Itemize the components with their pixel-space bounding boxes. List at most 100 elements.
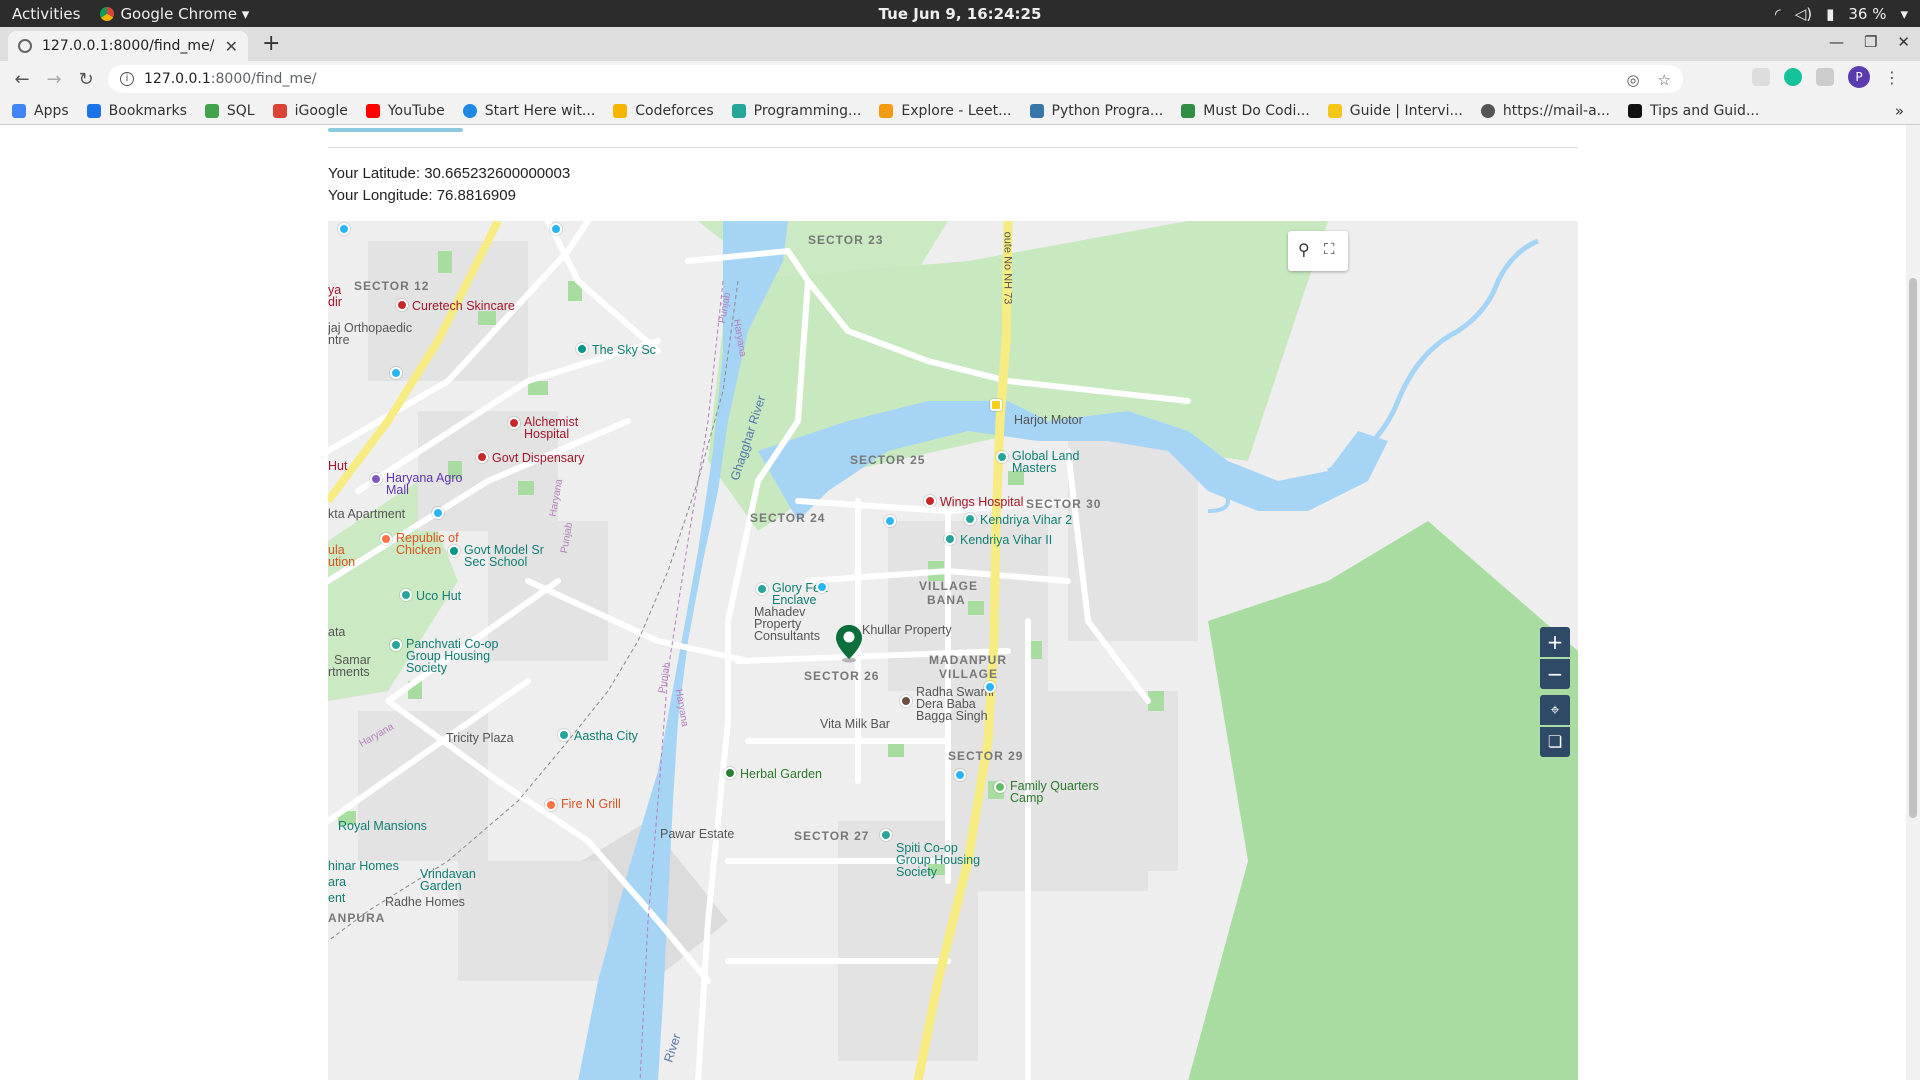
school-icon[interactable]: [448, 545, 460, 557]
map-place-label[interactable]: kta Apartment: [328, 507, 405, 521]
header-button-remnant[interactable]: [328, 128, 463, 132]
map-place-label[interactable]: ntre: [328, 333, 350, 347]
map-place-label[interactable]: The Sky Sc: [592, 343, 656, 357]
bookmark-python[interactable]: Python Progra...: [1029, 103, 1163, 119]
more-bookmarks-icon[interactable]: »: [1895, 102, 1904, 120]
restaurant-icon[interactable]: [545, 799, 557, 811]
building-icon[interactable]: [964, 513, 976, 525]
map-place-label[interactable]: Royal Mansions: [338, 819, 427, 833]
wifi-icon[interactable]: ◜: [1775, 5, 1781, 23]
tab-find-me[interactable]: 127.0.0.1:8000/find_me/ ✕: [8, 31, 248, 61]
hospital-icon[interactable]: [924, 495, 936, 507]
profile-avatar[interactable]: P: [1848, 66, 1870, 88]
bookmark-must-do[interactable]: Must Do Codi...: [1181, 103, 1310, 119]
map[interactable]: SECTOR 23 SECTOR 12 SECTOR 25 SECTOR 24 …: [328, 221, 1578, 1080]
zoom-out-button[interactable]: −: [1540, 659, 1570, 689]
bookmark-codeforces[interactable]: Codeforces: [613, 103, 714, 119]
minimize-window-icon[interactable]: —: [1829, 33, 1844, 51]
map-place-label[interactable]: Kendriya Vihar 2: [980, 513, 1072, 527]
map-place-label[interactable]: Pawar Estate: [660, 827, 734, 841]
map-place-label[interactable]: Sec School: [464, 555, 527, 569]
map-place-label[interactable]: Bagga Singh: [916, 709, 988, 723]
bookmark-mail[interactable]: https://mail-a...: [1480, 103, 1610, 119]
map-place-label[interactable]: Herbal Garden: [740, 767, 822, 781]
forward-button[interactable]: →: [38, 69, 70, 90]
bookmark-leetcode[interactable]: Explore - Leet...: [879, 103, 1012, 119]
restore-window-icon[interactable]: ❐: [1864, 33, 1877, 51]
map-place-label[interactable]: Kendriya Vihar II: [960, 533, 1052, 547]
reload-button[interactable]: ↻: [70, 69, 102, 90]
bus-stop-icon[interactable]: [816, 581, 828, 593]
locate-me-button[interactable]: ⌖: [1540, 695, 1570, 725]
map-place-label[interactable]: Khullar Property: [862, 623, 952, 637]
chrome-menu-icon[interactable]: ⋮: [1884, 68, 1900, 87]
building-icon[interactable]: [944, 533, 956, 545]
worship-icon[interactable]: [900, 695, 912, 707]
building-icon[interactable]: [390, 639, 402, 651]
map-place-label[interactable]: Masters: [1012, 461, 1056, 475]
map-place-label[interactable]: Mall: [386, 483, 409, 497]
map-place-label[interactable]: Society: [406, 661, 447, 675]
current-location-marker-icon[interactable]: [834, 623, 864, 663]
bookmark-youtube[interactable]: YouTube: [365, 103, 445, 119]
restaurant-icon[interactable]: [380, 533, 392, 545]
zoom-in-button[interactable]: +: [1540, 627, 1570, 657]
building-icon[interactable]: [558, 729, 570, 741]
school-icon[interactable]: [576, 343, 588, 355]
map-place-label[interactable]: Garden: [420, 879, 462, 893]
map-place-label[interactable]: Tricity Plaza: [446, 731, 514, 745]
map-place-label[interactable]: Wings Hospital: [940, 495, 1023, 509]
bookmark-programming[interactable]: Programming...: [731, 103, 861, 119]
building-icon[interactable]: [996, 451, 1008, 463]
location-icon[interactable]: ◎: [1626, 71, 1639, 89]
building-icon[interactable]: [756, 583, 768, 595]
map-place-label[interactable]: Hospital: [524, 427, 569, 441]
eyedropper-extension-icon[interactable]: [1752, 68, 1770, 86]
fullscreen-icon[interactable]: ⛶: [1324, 240, 1335, 258]
close-tab-icon[interactable]: ✕: [225, 37, 238, 56]
bookmark-guide[interactable]: Guide | Intervi...: [1327, 103, 1463, 119]
map-place-label[interactable]: Radhe Homes: [385, 895, 465, 909]
bookmark-start-here[interactable]: Start Here wit...: [462, 103, 595, 119]
volume-icon[interactable]: ◁): [1795, 5, 1812, 23]
bus-stop-icon[interactable]: [954, 769, 966, 781]
bookmark-apps[interactable]: Apps: [12, 103, 69, 119]
map-place-label[interactable]: Chicken: [396, 543, 441, 557]
battery-level[interactable]: 36 %: [1848, 5, 1886, 23]
map-place-label[interactable]: Uco Hut: [416, 589, 461, 603]
activities-button[interactable]: Activities: [12, 5, 80, 23]
back-button[interactable]: ←: [6, 69, 38, 90]
shopping-icon[interactable]: [370, 473, 382, 485]
bookmark-igoogle[interactable]: iGoogle: [272, 103, 348, 119]
building-icon[interactable]: [400, 589, 412, 601]
bus-stop-icon[interactable]: [432, 507, 444, 519]
park-icon[interactable]: [994, 781, 1006, 793]
map-place-label[interactable]: Harjot Motor: [1014, 413, 1083, 427]
map-place-label[interactable]: hinar Homes: [328, 859, 399, 873]
bookmark-sql[interactable]: SQL: [204, 103, 255, 119]
bus-stop-icon[interactable]: [550, 223, 562, 235]
map-place-label[interactable]: Camp: [1010, 791, 1043, 805]
battery-icon[interactable]: ▮: [1826, 5, 1834, 23]
bus-stop-icon[interactable]: [338, 223, 350, 235]
grammarly-extension-icon[interactable]: [1784, 68, 1802, 86]
map-place-label[interactable]: Fire N Grill: [561, 797, 621, 811]
bus-stop-icon[interactable]: [884, 515, 896, 527]
app-menu[interactable]: Google Chrome ▾: [100, 5, 249, 23]
map-layers-button[interactable]: ❏: [1540, 727, 1570, 757]
search-icon[interactable]: ⚲: [1298, 240, 1310, 259]
hospital-icon[interactable]: [396, 299, 408, 311]
bookmark-bookmarks[interactable]: Bookmarks: [86, 103, 187, 119]
bookmark-star-icon[interactable]: ☆: [1658, 71, 1671, 89]
bookmark-tips[interactable]: Tips and Guid...: [1628, 103, 1759, 119]
map-place-label[interactable]: Aastha City: [574, 729, 638, 743]
map-place-label[interactable]: Vita Milk Bar: [820, 717, 890, 731]
clock[interactable]: Tue Jun 9, 16:24:25: [0, 5, 1920, 23]
system-menu-chevron-icon[interactable]: ▾: [1900, 5, 1908, 23]
map-place-label[interactable]: Curetech Skincare: [412, 299, 515, 313]
map-place-label[interactable]: Society: [896, 865, 937, 879]
map-place-label[interactable]: Consultants: [754, 629, 820, 643]
cast-extension-icon[interactable]: [1816, 68, 1834, 86]
scrollbar-thumb[interactable]: [1909, 278, 1917, 818]
bus-stop-icon[interactable]: [984, 681, 996, 693]
